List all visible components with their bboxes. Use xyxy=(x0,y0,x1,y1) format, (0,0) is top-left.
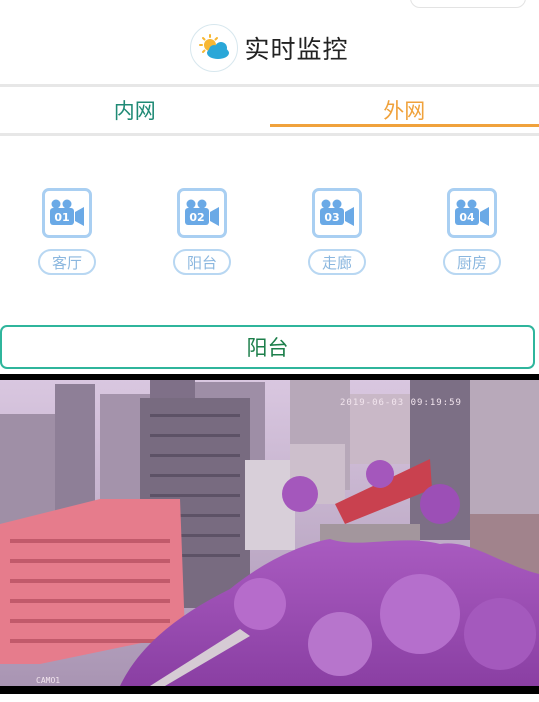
video-camera-icon: 04 xyxy=(447,188,497,238)
camera-number: 01 xyxy=(54,211,69,224)
camera-label: 阳台 xyxy=(173,249,231,275)
video-timestamp: 2019-06-03 09:19:59 xyxy=(340,398,462,408)
camera-number: 03 xyxy=(324,211,339,224)
header: 实时监控 xyxy=(0,18,539,78)
camera-number: 04 xyxy=(459,211,475,224)
tab-intranet[interactable]: 内网 xyxy=(0,87,270,133)
top-pill xyxy=(410,0,526,8)
network-tabs: 内网 外网 xyxy=(0,84,539,136)
video-camera-icon: 03 xyxy=(312,188,362,238)
video-camera-icon: 01 xyxy=(42,188,92,238)
video-camera-icon: 02 xyxy=(177,188,227,238)
camera-label: 厨房 xyxy=(443,249,501,275)
video-player[interactable]: 2019-06-03 09:19:59 CAMO1 xyxy=(0,374,539,694)
camera-item-balcony[interactable]: 02 阳台 xyxy=(162,188,242,275)
camera-item-corridor[interactable]: 03 走廊 xyxy=(297,188,377,275)
camera-list: 01 客厅 02 阳台 03 走廊 04 厨房 xyxy=(0,188,539,288)
sun-cloud-icon xyxy=(190,24,239,72)
video-camera-name: CAMO1 xyxy=(36,676,61,685)
camera-label: 客厅 xyxy=(38,249,96,275)
page-title: 实时监控 xyxy=(244,35,349,64)
camera-label: 走廊 xyxy=(308,249,366,275)
current-camera-title: 阳台 xyxy=(0,325,535,369)
camera-number: 02 xyxy=(189,211,204,224)
video-frame xyxy=(0,374,539,694)
camera-item-living-room[interactable]: 01 客厅 xyxy=(27,188,107,275)
tab-internet[interactable]: 外网 xyxy=(269,87,539,133)
camera-item-kitchen[interactable]: 04 厨房 xyxy=(432,188,512,275)
